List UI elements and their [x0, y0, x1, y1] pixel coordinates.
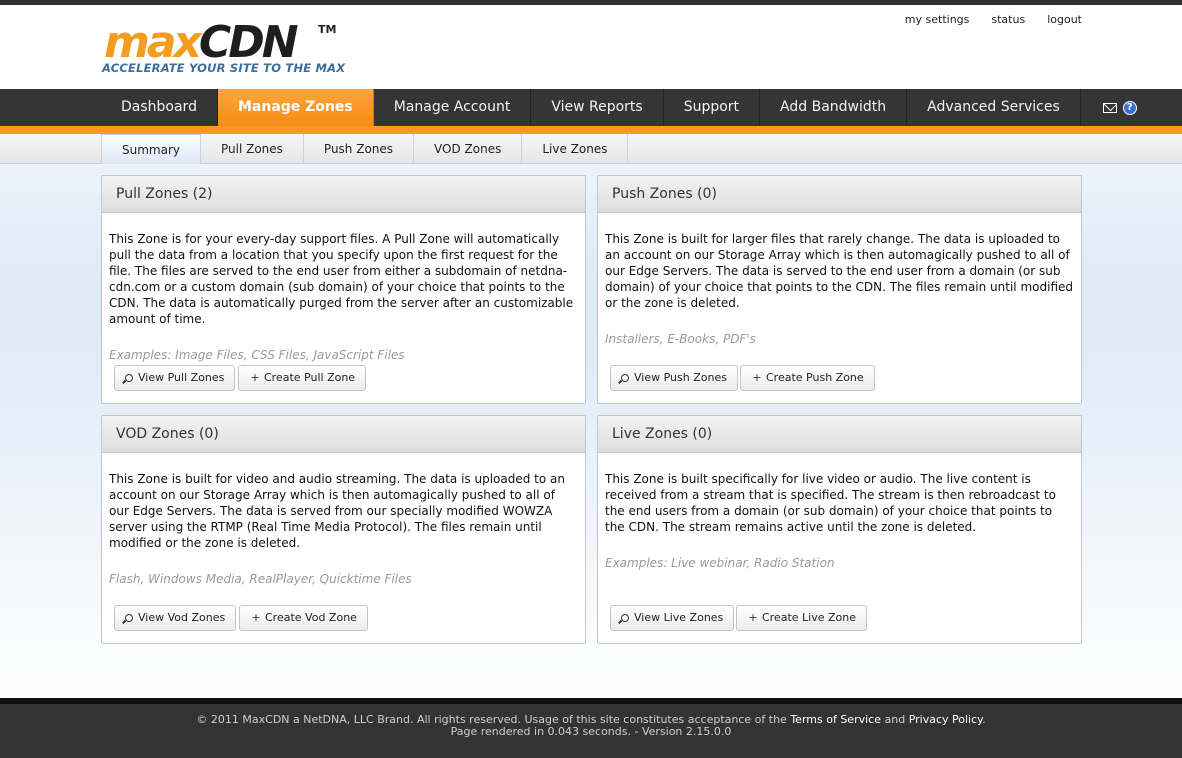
privacy-policy-link[interactable]: Privacy Policy — [909, 713, 982, 726]
tab-summary[interactable]: Summary — [101, 134, 201, 164]
nav-add-bandwidth[interactable]: Add Bandwidth — [760, 89, 908, 126]
footer-top-bar — [0, 698, 1182, 704]
panel-title: Live Zones (0) — [598, 416, 1081, 453]
plus-icon: + — [251, 611, 261, 624]
view-live-zones-button[interactable]: View Live Zones — [610, 605, 735, 631]
footer-and: and — [884, 713, 906, 726]
maxcdn-logo[interactable]: maxCDN TM ACCELERATE YOUR SITE TO THE MA… — [102, 21, 345, 76]
create-live-zone-button[interactable]: + Create Live Zone — [736, 605, 868, 631]
nav-advanced-services[interactable]: Advanced Services — [907, 89, 1081, 126]
my-settings-link[interactable]: my settings — [905, 13, 970, 26]
nav-support[interactable]: Support — [664, 89, 761, 126]
status-link[interactable]: status — [991, 13, 1025, 26]
tab-vod-zones[interactable]: VOD Zones — [414, 134, 523, 164]
panel-title: VOD Zones (0) — [102, 416, 585, 453]
panel-description: This Zone is built for larger files that… — [605, 232, 1073, 310]
push-zones-panel: Push Zones (0) This Zone is built for la… — [597, 175, 1082, 404]
panel-examples: Examples: Image Files, CSS Files, JavaSc… — [109, 348, 405, 362]
view-vod-zones-button[interactable]: View Vod Zones — [114, 605, 237, 631]
footer-text: © 2011 MaxCDN a NetDNA, LLC Brand. All r… — [0, 714, 1182, 738]
main-nav: Dashboard Manage Zones Manage Account Vi… — [0, 89, 1182, 126]
plus-icon: + — [748, 611, 758, 624]
nav-manage-zones[interactable]: Manage Zones — [217, 89, 374, 126]
tab-pull-zones[interactable]: Pull Zones — [201, 134, 304, 164]
magnifier-icon — [125, 374, 133, 382]
header: maxCDN TM ACCELERATE YOUR SITE TO THE MA… — [0, 5, 1182, 89]
panel-title: Pull Zones (2) — [102, 176, 585, 213]
footer: © 2011 MaxCDN a NetDNA, LLC Brand. All r… — [0, 698, 1182, 758]
view-pull-zones-button[interactable]: View Pull Zones — [114, 365, 236, 391]
nav-manage-account[interactable]: Manage Account — [374, 89, 532, 126]
panel-description: This Zone is built specifically for live… — [605, 472, 1056, 534]
plus-icon: + — [752, 371, 762, 384]
terms-of-service-link[interactable]: Terms of Service — [790, 713, 881, 726]
logo-tagline: ACCELERATE YOUR SITE TO THE MAX — [102, 61, 346, 75]
panel-description: This Zone is for your every-day support … — [109, 232, 574, 326]
view-push-zones-button[interactable]: View Push Zones — [610, 365, 738, 391]
help-icon[interactable]: ? — [1122, 100, 1137, 115]
sub-nav: Summary Pull Zones Push Zones VOD Zones … — [0, 134, 1182, 164]
create-push-zone-button[interactable]: + Create Push Zone — [740, 365, 875, 391]
logo-trademark: TM — [318, 23, 337, 36]
orange-divider — [0, 126, 1182, 134]
mail-icon[interactable] — [1102, 102, 1117, 113]
create-pull-zone-button[interactable]: + Create Pull Zone — [238, 365, 367, 391]
vod-zones-panel: VOD Zones (0) This Zone is built for vid… — [101, 415, 586, 644]
panel-examples: Flash, Windows Media, RealPlayer, Quickt… — [109, 572, 412, 586]
panel-examples: Installers, E-Books, PDF's — [605, 332, 756, 346]
nav-dashboard[interactable]: Dashboard — [101, 89, 218, 126]
top-links: my settings status logout — [905, 13, 1082, 26]
magnifier-icon — [621, 374, 629, 382]
panel-description: This Zone is built for video and audio s… — [109, 472, 565, 550]
tab-push-zones[interactable]: Push Zones — [304, 134, 415, 164]
plus-icon: + — [250, 371, 260, 384]
tab-live-zones[interactable]: Live Zones — [522, 134, 629, 164]
nav-icons: ? — [1081, 89, 1137, 126]
footer-render-info: Page rendered in 0.043 seconds. - Versio… — [450, 725, 732, 738]
panel-title: Push Zones (0) — [598, 176, 1081, 213]
footer-period: . — [982, 713, 986, 726]
logout-link[interactable]: logout — [1047, 13, 1082, 26]
pull-zones-panel: Pull Zones (2) This Zone is for your eve… — [101, 175, 586, 404]
magnifier-icon — [621, 614, 629, 622]
create-vod-zone-button[interactable]: + Create Vod Zone — [239, 605, 368, 631]
nav-view-reports[interactable]: View Reports — [531, 89, 664, 126]
live-zones-panel: Live Zones (0) This Zone is built specif… — [597, 415, 1082, 644]
magnifier-icon — [125, 614, 133, 622]
panel-examples: Examples: Live webinar, Radio Station — [605, 556, 835, 570]
